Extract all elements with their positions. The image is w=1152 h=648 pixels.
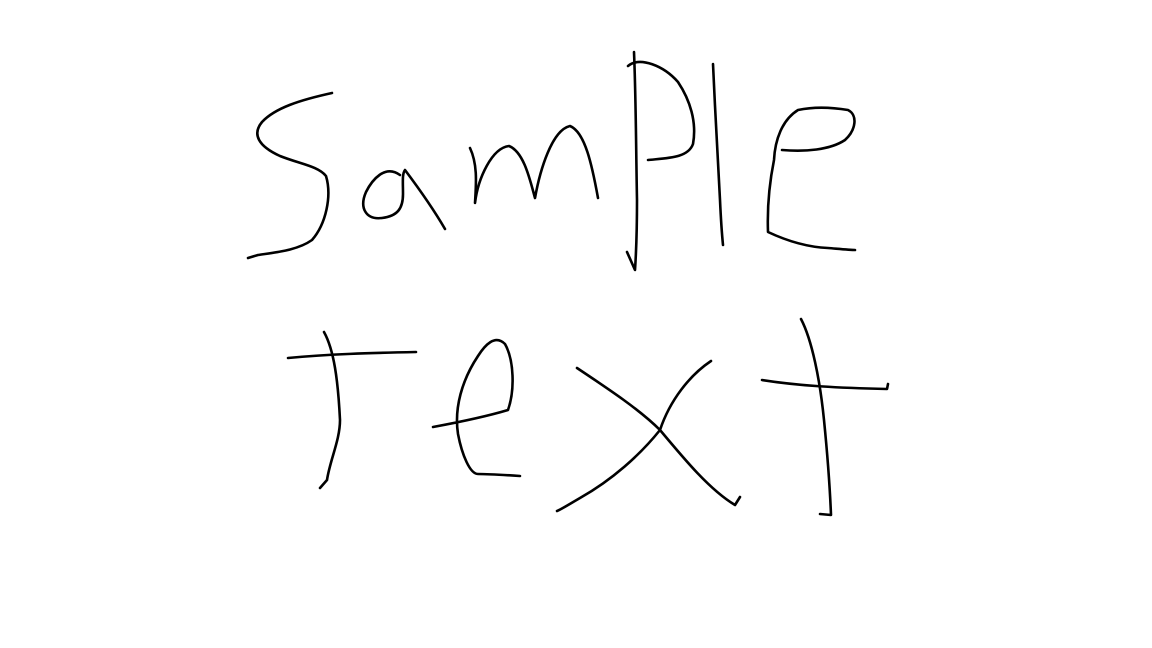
stroke-letter-t2-bar — [760, 378, 890, 391]
stroke-letter-e — [766, 106, 857, 252]
stroke-letter-t2-stem — [799, 317, 833, 517]
stroke-letter-t-bar — [286, 350, 418, 360]
stroke-letter-l — [711, 62, 725, 247]
stroke-letter-p-bowl — [626, 60, 696, 162]
handwritten-word-text — [286, 317, 890, 517]
handwritten-text-drawing — [246, 50, 890, 517]
stroke-letter-e2 — [431, 338, 522, 478]
drawing-canvas[interactable]: Sample text — [0, 0, 1152, 648]
stroke-letter-s — [246, 91, 334, 260]
stroke-letter-p-stem — [625, 50, 639, 272]
handwritten-word-sample — [246, 50, 857, 272]
stroke-letter-x-up — [555, 359, 713, 513]
stroke-letter-a — [362, 168, 447, 231]
stroke-letter-m — [468, 124, 600, 205]
